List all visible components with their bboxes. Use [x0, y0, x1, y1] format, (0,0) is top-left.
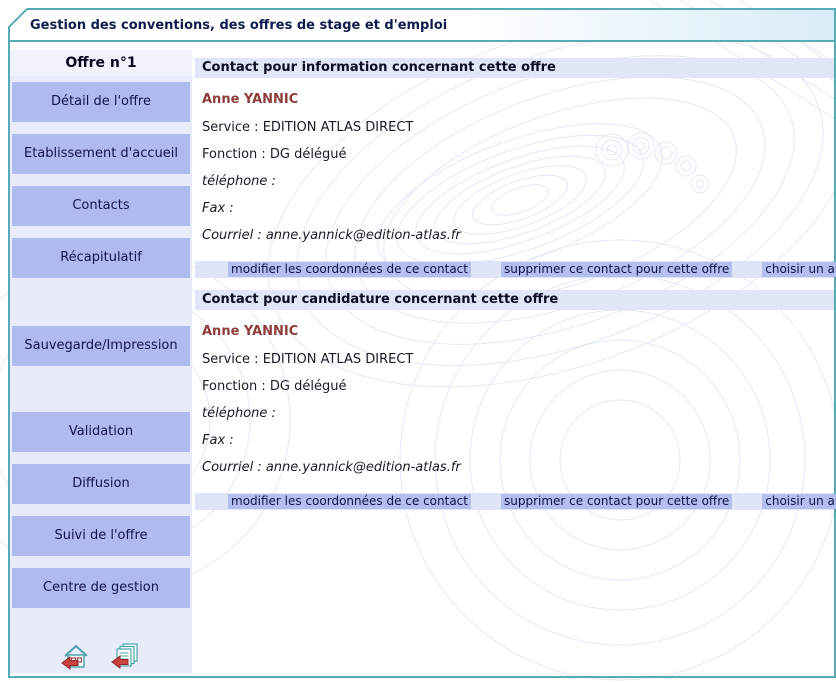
page-title: Gestion des conventions, des offres de s…: [10, 10, 834, 42]
app-window: Gestion des conventions, des offres de s…: [0, 0, 836, 682]
sidebar-item-diffusion[interactable]: Diffusion: [12, 464, 190, 504]
sidebar: Offre n°1 Détail de l'offre Etablissemen…: [10, 50, 192, 673]
contact-fax-2: Fax :: [202, 434, 834, 447]
action-modifier-contact[interactable]: modifier les coordonnées de ce contact: [228, 262, 471, 277]
sidebar-item-detail-offre[interactable]: Détail de l'offre: [12, 82, 190, 122]
page-frame: Gestion des conventions, des offres de s…: [8, 8, 836, 678]
contact-name: Anne YANNIC: [202, 92, 834, 107]
contact-telephone-2: téléphone :: [202, 407, 834, 420]
action-modifier-contact-2[interactable]: modifier les coordonnées de ce contact: [228, 494, 471, 509]
sidebar-item-contacts[interactable]: Contacts: [12, 186, 190, 226]
contact-name-2: Anne YANNIC: [202, 324, 834, 339]
contact-fax: Fax :: [202, 202, 834, 215]
corner-bevel: [8, 8, 28, 28]
contact-fonction: Fonction : DG délégué: [202, 148, 834, 161]
actions-row-candidature: modifier les coordonnées de ce contact s…: [195, 493, 834, 510]
actions-row-information: modifier les coordonnées de ce contact s…: [195, 261, 834, 278]
contact-fonction-2: Fonction : DG délégué: [202, 380, 834, 393]
sidebar-item-centre-gestion[interactable]: Centre de gestion: [12, 568, 190, 608]
sidebar-item-suivi-offre[interactable]: Suivi de l'offre: [12, 516, 190, 556]
contact-service: Service : EDITION ATLAS DIRECT: [202, 121, 834, 134]
home-back-icon[interactable]: [61, 642, 91, 672]
sidebar-item-validation[interactable]: Validation: [12, 412, 190, 452]
section-title-candidature: Contact pour candidature concernant cett…: [195, 290, 834, 310]
contact-courriel: Courriel : anne.yannick@edition-atlas.fr: [202, 229, 834, 242]
action-choisir-contact-2[interactable]: choisir un autre contact: [762, 494, 836, 509]
offer-number-header: Offre n°1: [10, 50, 192, 76]
sidebar-item-recapitulatif[interactable]: Récapitulatif: [12, 238, 190, 278]
sidebar-item-sauvegarde-impression[interactable]: Sauvegarde/Impression: [12, 326, 190, 366]
contact-courriel-2: Courriel : anne.yannick@edition-atlas.fr: [202, 461, 834, 474]
action-supprimer-contact[interactable]: supprimer ce contact pour cette offre: [501, 262, 732, 277]
sidebar-icon-row: [10, 642, 192, 672]
contact-telephone: téléphone :: [202, 175, 834, 188]
action-choisir-contact[interactable]: choisir un autre contact: [762, 262, 836, 277]
section-title-information: Contact pour information concernant cett…: [195, 58, 834, 78]
documents-back-icon[interactable]: [111, 642, 141, 672]
sidebar-item-etablissement[interactable]: Etablissement d'accueil: [12, 134, 190, 174]
main-content: Contact pour information concernant cett…: [195, 50, 834, 676]
title-bar: Gestion des conventions, des offres de s…: [10, 10, 834, 42]
contact-service-2: Service : EDITION ATLAS DIRECT: [202, 353, 834, 366]
action-supprimer-contact-2[interactable]: supprimer ce contact pour cette offre: [501, 494, 732, 509]
